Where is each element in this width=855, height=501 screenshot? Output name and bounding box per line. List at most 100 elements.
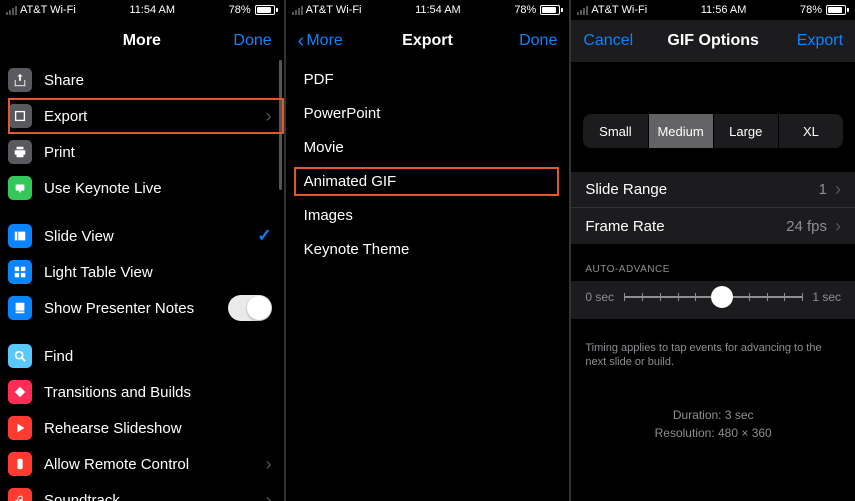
segment-xl[interactable]: XL <box>779 114 843 148</box>
signal-icon <box>292 6 303 15</box>
row-light-table-view[interactable]: Light Table View <box>8 254 284 290</box>
chevron-right-icon: › <box>835 179 841 200</box>
row-label: Find <box>44 348 272 365</box>
settings-label: Slide Range <box>585 181 818 198</box>
segment-medium[interactable]: Medium <box>649 114 714 148</box>
size-segmented-control[interactable]: Small Medium Large XL <box>583 114 843 148</box>
status-bar: AT&T Wi-Fi 11:54 AM 78% <box>0 0 284 20</box>
footnote: Timing applies to tap events for advanci… <box>571 319 855 370</box>
row-slide-view[interactable]: Slide View ✓ <box>8 218 284 254</box>
carrier-label: AT&T Wi-Fi <box>20 4 76 16</box>
print-icon <box>8 140 32 164</box>
carrier-label: AT&T Wi-Fi <box>306 4 362 16</box>
battery-icon <box>255 5 278 15</box>
slider-max-label: 1 sec <box>812 290 841 304</box>
row-powerpoint[interactable]: PowerPoint <box>294 96 570 130</box>
presenter-notes-icon <box>8 296 32 320</box>
summary: Duration: 3 sec Resolution: 480 × 360 <box>571 406 855 442</box>
row-label: Export <box>44 108 266 125</box>
row-share[interactable]: Share <box>8 62 284 98</box>
find-icon <box>8 344 32 368</box>
row-export[interactable]: Export › <box>8 98 284 134</box>
done-button[interactable]: Done <box>233 32 271 50</box>
settings-group: Slide Range 1 › Frame Rate 24 fps › <box>571 172 855 244</box>
settings-label: Frame Rate <box>585 218 786 235</box>
slider-min-label: 0 sec <box>585 290 614 304</box>
share-icon <box>8 68 32 92</box>
row-pdf[interactable]: PDF <box>294 62 570 96</box>
row-presenter-notes[interactable]: Show Presenter Notes <box>8 290 284 326</box>
light-table-icon <box>8 260 32 284</box>
export-icon <box>8 104 32 128</box>
segment-large[interactable]: Large <box>714 114 779 148</box>
cancel-button[interactable]: Cancel <box>583 32 633 50</box>
row-label: Transitions and Builds <box>44 384 272 401</box>
row-label: Keynote Theme <box>304 241 558 258</box>
remote-icon <box>8 452 32 476</box>
row-label: Images <box>304 207 558 224</box>
status-bar: AT&T Wi-Fi 11:56 AM 78% <box>571 0 855 20</box>
duration-label: Duration: 3 sec <box>571 406 855 424</box>
row-movie[interactable]: Movie <box>294 130 570 164</box>
screen-export: AT&T Wi-Fi 11:54 AM 78% ‹ More Export Do… <box>286 0 570 501</box>
auto-advance-slider[interactable] <box>624 287 802 307</box>
battery-percent: 78% <box>514 4 536 16</box>
row-label: Show Presenter Notes <box>44 300 228 317</box>
status-bar: AT&T Wi-Fi 11:54 AM 78% <box>286 0 570 20</box>
row-label: Soundtrack <box>44 492 266 501</box>
carrier-label: AT&T Wi-Fi <box>591 4 647 16</box>
row-slide-range[interactable]: Slide Range 1 › <box>571 172 855 208</box>
row-keynote-theme[interactable]: Keynote Theme <box>294 232 570 266</box>
presenter-notes-toggle[interactable] <box>228 295 272 321</box>
row-transitions[interactable]: Transitions and Builds <box>8 374 284 410</box>
nav-bar: ‹ More Export Done <box>286 20 570 62</box>
segment-small[interactable]: Small <box>583 114 648 148</box>
rehearse-icon <box>8 416 32 440</box>
row-label: PowerPoint <box>304 105 558 122</box>
resolution-label: Resolution: 480 × 360 <box>571 424 855 442</box>
row-frame-rate[interactable]: Frame Rate 24 fps › <box>571 208 855 244</box>
slider-knob[interactable] <box>711 286 733 308</box>
chevron-right-icon: › <box>266 490 272 501</box>
back-button[interactable]: ‹ More <box>298 30 343 53</box>
soundtrack-icon <box>8 488 32 501</box>
chevron-left-icon: ‹ <box>298 30 305 53</box>
nav-bar: Cancel GIF Options Export <box>571 20 855 62</box>
row-animated-gif[interactable]: Animated GIF <box>294 164 570 198</box>
battery-percent: 78% <box>800 4 822 16</box>
more-menu-list: Share Export › Print Use Keynote Live Sl… <box>0 62 284 501</box>
screen-more: AT&T Wi-Fi 11:54 AM 78% More Done Share … <box>0 0 284 501</box>
done-button[interactable]: Done <box>519 32 557 50</box>
export-button[interactable]: Export <box>797 32 843 50</box>
row-label: Animated GIF <box>296 169 558 194</box>
checkmark-icon: ✓ <box>257 226 271 246</box>
battery-icon <box>540 5 563 15</box>
row-label: Print <box>44 144 272 161</box>
battery-icon <box>826 5 849 15</box>
status-time: 11:54 AM <box>415 4 461 16</box>
row-label: Light Table View <box>44 264 272 281</box>
slide-view-icon <box>8 224 32 248</box>
nav-bar: More Done <box>0 20 284 62</box>
status-time: 11:54 AM <box>129 4 175 16</box>
settings-value: 24 fps <box>786 218 827 235</box>
screen-gif-options: AT&T Wi-Fi 11:56 AM 78% Cancel GIF Optio… <box>571 0 855 501</box>
row-label: Allow Remote Control <box>44 456 266 473</box>
back-label: More <box>306 32 342 50</box>
row-label: Slide View <box>44 228 257 245</box>
row-images[interactable]: Images <box>294 198 570 232</box>
row-print[interactable]: Print <box>8 134 284 170</box>
status-time: 11:56 AM <box>701 4 747 16</box>
auto-advance-group: 0 sec 1 sec <box>571 281 855 319</box>
page-title: More <box>123 32 161 50</box>
keynote-live-icon <box>8 176 32 200</box>
row-label: PDF <box>304 71 558 88</box>
auto-advance-header: AUTO-ADVANCE <box>571 244 855 281</box>
row-soundtrack[interactable]: Soundtrack › <box>8 482 284 501</box>
row-keynote-live[interactable]: Use Keynote Live <box>8 170 284 206</box>
page-title: Export <box>402 32 453 50</box>
row-label: Movie <box>304 139 558 156</box>
row-find[interactable]: Find <box>8 338 284 374</box>
row-rehearse[interactable]: Rehearse Slideshow <box>8 410 284 446</box>
row-remote-control[interactable]: Allow Remote Control › <box>8 446 284 482</box>
